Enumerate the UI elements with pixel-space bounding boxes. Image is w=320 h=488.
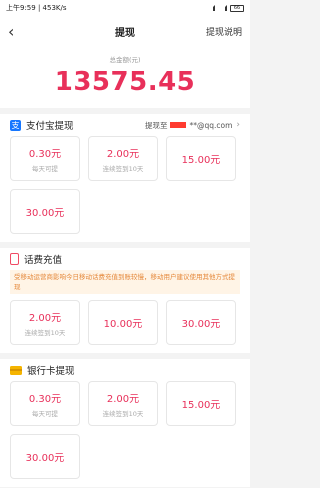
option-note: 每天可提	[32, 409, 58, 418]
option-amount: 30.00元	[25, 453, 65, 464]
bank-option-1[interactable]: 2.00元 连续签到10天	[88, 381, 158, 426]
balance-label: 总金额(元)	[109, 56, 141, 64]
alipay-title: 支 支付宝提现	[10, 118, 74, 132]
alipay-account-link[interactable]: 提现至 **@qq.com ›	[145, 120, 240, 131]
alipay-header: 支 支付宝提现 提现至 **@qq.com ›	[10, 114, 240, 136]
option-amount: 2.00元	[106, 393, 140, 405]
phone-section: 话费充值 受移动运营商影响今日移动话费充值到账较慢，移动用户建议使用其他方式提现…	[0, 248, 250, 353]
phone-header: 话费充值	[10, 248, 240, 270]
option-amount: 2.00元	[106, 148, 140, 160]
option-note: 连续签到10天	[102, 409, 144, 418]
alipay-option-2[interactable]: 15.00元	[166, 136, 236, 181]
phone-options: 2.00元 连续签到10天 10.00元 30.00元	[10, 300, 240, 353]
balance-panel: 总金额(元) 13575.45	[0, 46, 250, 108]
battery-icon: 66	[230, 4, 244, 12]
option-amount: 0.30元	[28, 148, 62, 160]
nav-bar: ‹ 提现 提现说明	[0, 16, 250, 46]
signal-icon	[218, 5, 227, 11]
bank-card-icon	[10, 365, 22, 375]
option-note: 连续签到10天	[24, 328, 66, 337]
back-arrow-icon[interactable]: ‹	[8, 22, 28, 41]
phone-option-2[interactable]: 30.00元	[166, 300, 236, 345]
bank-option-3[interactable]: 30.00元	[10, 434, 80, 479]
redacted-account	[170, 122, 187, 128]
withdraw-to-label: 提现至	[144, 120, 168, 130]
option-amount: 30.00元	[181, 319, 221, 330]
option-amount: 15.00元	[181, 155, 221, 166]
status-icons: 66	[206, 4, 244, 12]
phone-title-text: 话费充值	[24, 255, 63, 266]
alipay-option-0[interactable]: 0.30元 每天可提	[10, 136, 80, 181]
withdraw-help-link[interactable]: 提现说明	[206, 25, 242, 38]
option-amount: 2.00元	[28, 312, 62, 324]
chevron-right-icon: ›	[236, 120, 240, 130]
alipay-option-1[interactable]: 2.00元 连续签到10天	[88, 136, 158, 181]
bank-option-0[interactable]: 0.30元 每天可提	[10, 381, 80, 426]
phone-option-1[interactable]: 10.00元	[88, 300, 158, 345]
wifi-icon	[206, 5, 215, 11]
status-bar: 上午9:59 | 453K/s 66	[0, 0, 250, 16]
option-note: 连续签到10天	[102, 164, 144, 173]
bank-options: 0.30元 每天可提 2.00元 连续签到10天 15.00元 30.00元	[10, 381, 240, 487]
bank-title: 银行卡提现	[10, 363, 75, 377]
alipay-section: 支 支付宝提现 提现至 **@qq.com › 0.30元 每天可提 2.00元…	[0, 114, 250, 242]
status-left: 上午9:59 | 453K/s	[6, 4, 67, 12]
option-amount: 15.00元	[181, 400, 221, 411]
option-amount: 30.00元	[25, 208, 65, 219]
bank-section: 银行卡提现 0.30元 每天可提 2.00元 连续签到10天 15.00元 30…	[0, 359, 250, 487]
phone-option-0[interactable]: 2.00元 连续签到10天	[10, 300, 80, 345]
alipay-options: 0.30元 每天可提 2.00元 连续签到10天 15.00元 30.00元	[10, 136, 240, 242]
option-amount: 0.30元	[28, 393, 62, 405]
option-note: 每天可提	[32, 164, 58, 173]
balance-value: 13575.45	[54, 67, 196, 97]
phone-icon	[10, 253, 19, 265]
bank-header: 银行卡提现	[10, 359, 240, 381]
alipay-icon: 支	[10, 119, 21, 131]
alipay-title-text: 支付宝提现	[26, 121, 74, 132]
network-speed: 453K/s	[42, 4, 67, 12]
phone-title: 话费充值	[10, 252, 62, 266]
phone-notice: 受移动运营商影响今日移动话费充值到账较慢，移动用户建议使用其他方式提现	[10, 270, 240, 294]
bank-option-2[interactable]: 15.00元	[166, 381, 236, 426]
option-amount: 10.00元	[103, 319, 143, 330]
account-suffix: **@qq.com	[189, 120, 233, 130]
alipay-option-3[interactable]: 30.00元	[10, 189, 80, 234]
status-time: 上午9:59	[6, 4, 36, 12]
bank-title-text: 银行卡提现	[27, 366, 75, 377]
